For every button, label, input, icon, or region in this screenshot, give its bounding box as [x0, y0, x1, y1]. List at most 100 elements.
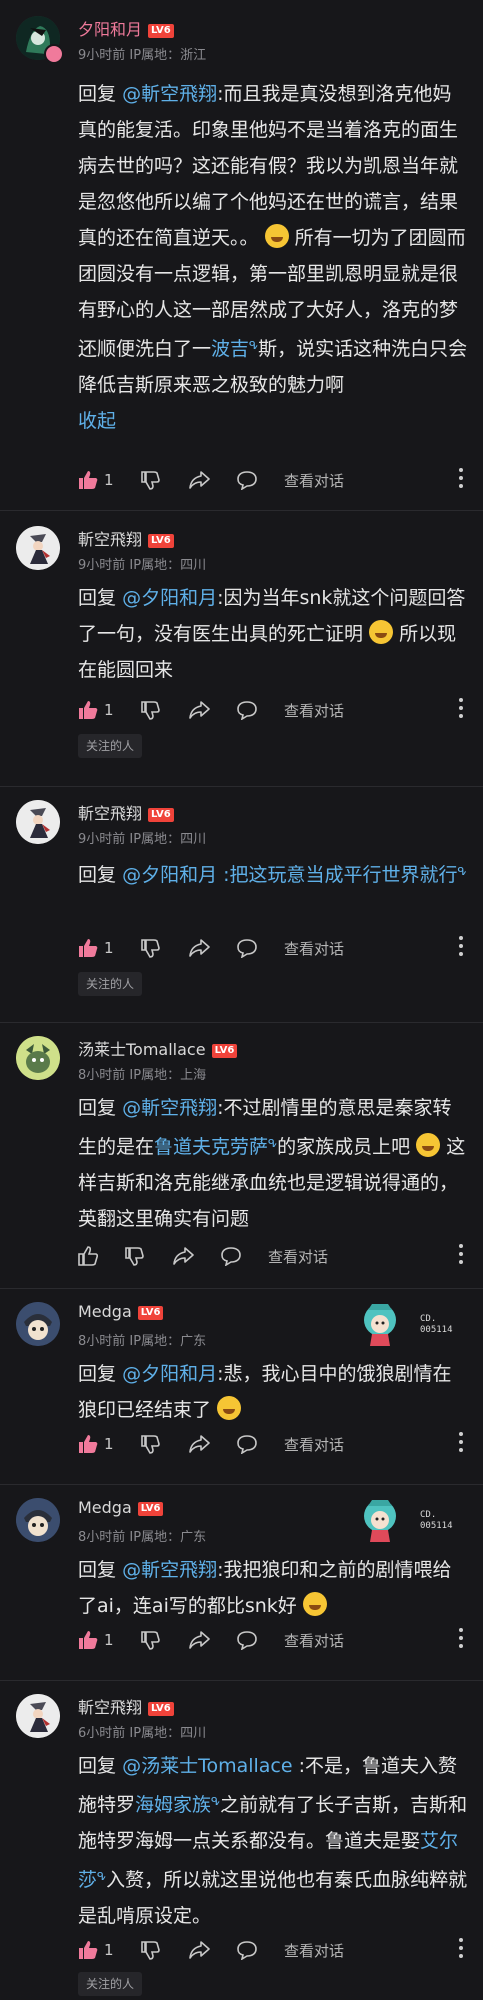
reply-button[interactable]	[236, 466, 258, 494]
mention-link[interactable]: @斬空飛翔	[122, 1559, 217, 1581]
username[interactable]: Medga LV6	[78, 1302, 164, 1321]
more-menu-icon[interactable]	[459, 1938, 463, 1962]
reply-button[interactable]	[236, 1936, 258, 1964]
more-menu-icon[interactable]	[459, 468, 463, 492]
more-menu-icon[interactable]	[459, 936, 463, 960]
comment-item: 斬空飛翔 LV6 9小时前 IP属地：四川 回复 @夕阳和月:因为当年snk就这个…	[0, 510, 483, 787]
comment-item: Medga LV6 8小时前 IP属地：广东 CD. 005114 回复 @夕阳和…	[0, 1288, 483, 1485]
keyword-link[interactable]: 波吉	[211, 338, 249, 360]
share-icon	[189, 1631, 210, 1649]
username[interactable]: 夕阳和月 LV6	[78, 16, 174, 40]
reply-button[interactable]	[236, 1430, 258, 1458]
thumb-up-icon	[79, 701, 98, 719]
comment-text: 回复 @夕阳和月:悲，我心目中的饿狼剧情在狼印已经结束了	[78, 1363, 452, 1421]
mention-link[interactable]: @汤莱士Tomallace	[122, 1755, 293, 1777]
comment-meta: 6小时前 IP属地：四川	[78, 1726, 207, 1741]
comment-icon	[237, 1941, 257, 1960]
share-button[interactable]	[188, 934, 210, 962]
mention-link[interactable]: @夕阳和月	[122, 587, 217, 609]
view-dialog-link[interactable]: 查看对话	[284, 1940, 344, 1961]
comment-actions: 1 查看对话	[0, 696, 483, 724]
dislike-button[interactable]	[140, 1936, 160, 1964]
comment-text: 回复 @斬空飛翔:我把狼印和之前的剧情喂给了ai，连ai写的都比snk好	[78, 1559, 452, 1617]
dislike-button[interactable]	[140, 934, 160, 962]
share-icon	[189, 701, 210, 719]
vip-badge	[44, 44, 64, 64]
share-button[interactable]	[188, 1626, 210, 1654]
view-dialog-link[interactable]: 查看对话	[284, 1630, 344, 1651]
avatar[interactable]	[16, 1694, 60, 1738]
avatar[interactable]	[16, 1036, 60, 1080]
thumb-down-icon	[141, 1435, 160, 1454]
username[interactable]: Medga LV6	[78, 1498, 164, 1517]
dislike-button[interactable]	[124, 1242, 144, 1270]
avatar[interactable]	[16, 1498, 60, 1542]
comment-icon	[221, 1247, 241, 1266]
view-dialog-link[interactable]: 查看对话	[284, 470, 344, 491]
view-dialog-link[interactable]: 查看对话	[268, 1246, 328, 1267]
dislike-button[interactable]	[140, 1430, 160, 1458]
dislike-button[interactable]	[140, 466, 160, 494]
dislike-button[interactable]	[140, 696, 160, 724]
mention-link[interactable]: @斬空飛翔	[122, 1097, 217, 1119]
comment-actions: 1 查看对话	[0, 934, 483, 962]
share-button[interactable]	[188, 696, 210, 724]
username[interactable]: 汤莱士Tomallace LV6	[78, 1036, 238, 1060]
avatar[interactable]	[16, 1302, 60, 1346]
like-button[interactable]: 1	[78, 1626, 114, 1654]
comment-meta: 8小时前 IP属地：上海	[78, 1068, 207, 1083]
reply-button[interactable]	[236, 696, 258, 724]
username[interactable]: 斬空飛翔 LV6	[78, 800, 174, 824]
comment-text: 回复 @夕阳和月 :把这玩意当成平行世界就行ᕴ	[78, 864, 467, 886]
like-button[interactable]: 1	[78, 696, 114, 724]
like-button[interactable]: 1	[78, 466, 114, 494]
more-menu-icon[interactable]	[459, 698, 463, 722]
share-icon	[189, 1435, 210, 1453]
reply-button[interactable]	[236, 1626, 258, 1654]
like-button[interactable]: 1	[78, 1430, 114, 1458]
reply-button[interactable]	[236, 934, 258, 962]
more-menu-icon[interactable]	[459, 1432, 463, 1456]
collapse-link[interactable]: 收起	[78, 410, 116, 432]
like-button[interactable]	[78, 1242, 98, 1270]
like-button[interactable]: 1	[78, 934, 114, 962]
share-icon	[189, 1941, 210, 1959]
view-dialog-link[interactable]: 查看对话	[284, 700, 344, 721]
username[interactable]: 斬空飛翔 LV6	[78, 526, 174, 550]
share-button[interactable]	[188, 1936, 210, 1964]
keyword-link[interactable]: 鲁道夫克劳萨	[154, 1136, 268, 1158]
level-badge: LV6	[148, 24, 174, 38]
reply-button[interactable]	[220, 1242, 242, 1270]
share-icon	[189, 471, 210, 489]
more-menu-icon[interactable]	[459, 1628, 463, 1652]
thumb-up-icon	[79, 1435, 98, 1453]
username[interactable]: 斬空飛翔 LV6	[78, 1694, 174, 1718]
share-button[interactable]	[188, 466, 210, 494]
decoration-badge	[352, 1492, 412, 1544]
thumb-up-icon	[79, 1941, 98, 1959]
like-button[interactable]: 1	[78, 1936, 114, 1964]
view-dialog-link[interactable]: 查看对话	[284, 938, 344, 959]
mention-link[interactable]: @夕阳和月	[122, 864, 217, 886]
keyword-link[interactable]: :把这玩意当成平行世界就行	[223, 864, 457, 886]
avatar[interactable]	[16, 800, 60, 844]
dislike-button[interactable]	[140, 1626, 160, 1654]
mention-link[interactable]: @斬空飛翔	[122, 83, 217, 105]
more-menu-icon[interactable]	[459, 1244, 463, 1268]
share-button[interactable]	[172, 1242, 194, 1270]
keyword-link[interactable]: 海姆家族	[135, 1794, 211, 1816]
comment-item: Medga LV6 8小时前 IP属地：广东 CD. 005114 回复 @斬空飛…	[0, 1484, 483, 1681]
comment-icon	[237, 1631, 257, 1650]
following-tag: 关注的人	[78, 734, 143, 758]
view-dialog-link[interactable]: 查看对话	[284, 1434, 344, 1455]
comment-text: 回复 @汤莱士Tomallace :不是，鲁道夫入赘施特罗海姆家族ᕴ之前就有了长…	[78, 1755, 468, 1927]
thumb-up-icon	[79, 939, 98, 957]
like-count: 1	[104, 701, 114, 719]
comment-actions: 查看对话	[0, 1242, 483, 1270]
avatar[interactable]	[16, 526, 60, 570]
share-button[interactable]	[188, 1430, 210, 1458]
share-icon	[173, 1247, 194, 1265]
thumb-down-icon	[141, 701, 160, 720]
following-tag: 关注的人	[78, 1972, 143, 1996]
mention-link[interactable]: @夕阳和月	[122, 1363, 217, 1385]
